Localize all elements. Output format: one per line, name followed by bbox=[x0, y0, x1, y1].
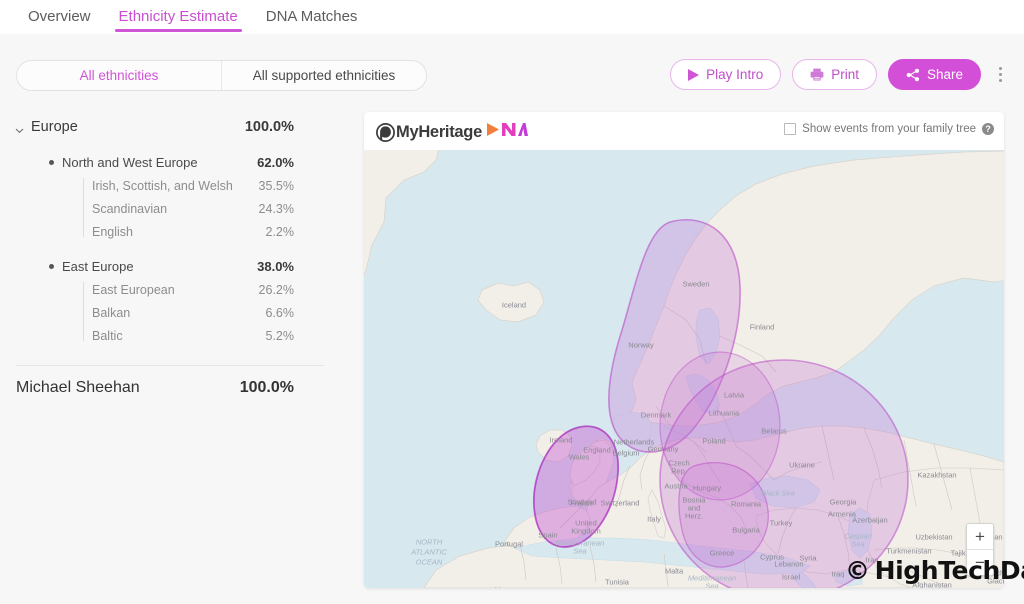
ethnicity-region-row[interactable]: Baltic 5.2% bbox=[0, 326, 340, 345]
dot bbox=[998, 79, 1002, 82]
tab-dna-matches[interactable]: DNA Matches bbox=[252, 0, 372, 30]
tab-dna-matches-label: DNA Matches bbox=[265, 8, 358, 25]
segment-all-ethnicities-label: All ethnicities bbox=[79, 68, 159, 83]
map-header: MyHeritage Show events from your family … bbox=[364, 112, 1004, 150]
play-intro-label: Play Intro bbox=[706, 67, 764, 82]
region-label: East European bbox=[92, 282, 175, 297]
print-button[interactable]: Print bbox=[792, 59, 877, 90]
tab-ethnicity-estimate-label: Ethnicity Estimate bbox=[118, 8, 238, 25]
group-percent: 62.0% bbox=[257, 154, 294, 170]
region-percent: 24.3% bbox=[258, 201, 294, 216]
chevron-down-icon[interactable] bbox=[15, 122, 24, 134]
group-label: East Europe bbox=[62, 258, 134, 274]
continent-percent: 100.0% bbox=[244, 119, 294, 135]
person-name: Michael Sheehan bbox=[16, 379, 140, 396]
ethnicity-group-row[interactable]: East Europe 38.0% bbox=[0, 256, 340, 276]
printer-icon bbox=[810, 68, 824, 81]
tab-overview-label: Overview bbox=[28, 8, 91, 25]
list-divider bbox=[16, 365, 324, 366]
ethnicity-continent-row[interactable]: Europe 100.0% bbox=[0, 117, 340, 137]
tab-list: Overview Ethnicity Estimate DNA Matches bbox=[14, 0, 371, 34]
ethnicity-breakdown-panel: Europe 100.0% North and West Europe 62.0… bbox=[0, 104, 340, 604]
ethnicity-group-row[interactable]: North and West Europe 62.0% bbox=[0, 152, 340, 172]
share-label: Share bbox=[926, 67, 963, 82]
region-label: English bbox=[92, 224, 133, 239]
ethnicity-region-row[interactable]: English 2.2% bbox=[0, 222, 340, 241]
map-card: MyHeritage Show events from your family … bbox=[364, 112, 1004, 588]
region-percent: 2.2% bbox=[265, 224, 295, 239]
zoom-in-button[interactable]: + bbox=[967, 524, 993, 550]
ethnicity-subregion-list: Irish, Scottish, and Welsh 35.5% Scandin… bbox=[0, 176, 340, 241]
print-label: Print bbox=[831, 67, 859, 82]
region-label: Scandinavian bbox=[92, 201, 168, 216]
region-label: Balkan bbox=[92, 305, 131, 320]
page-root: Overview Ethnicity Estimate DNA Matches … bbox=[0, 0, 1024, 604]
region-percent: 6.6% bbox=[265, 305, 295, 320]
map-view[interactable]: Iceland Norway Sweden Finland Denmark United K… bbox=[364, 150, 1004, 588]
ethnicity-region-row[interactable]: Balkan 6.6% bbox=[0, 303, 340, 322]
tab-overview[interactable]: Overview bbox=[14, 0, 105, 30]
show-events-checkbox[interactable] bbox=[784, 123, 797, 135]
ethnicity-filter-segmented-control: All ethnicities All supported ethnicitie… bbox=[16, 60, 427, 91]
ethnicity-region-row[interactable]: Scandinavian 24.3% bbox=[0, 199, 340, 218]
segment-all-supported-ethnicities[interactable]: All supported ethnicities bbox=[221, 61, 426, 90]
ethnicity-region-row[interactable]: Irish, Scottish, and Welsh 35.5% bbox=[0, 176, 340, 195]
total-percent: 100.0% bbox=[239, 379, 294, 396]
brand-suffix bbox=[486, 121, 528, 143]
segment-all-ethnicities[interactable]: All ethnicities bbox=[17, 61, 221, 90]
region-percent: 26.2% bbox=[258, 282, 294, 297]
play-icon bbox=[688, 68, 700, 81]
toolbar: All ethnicities All supported ethnicitie… bbox=[0, 34, 1024, 104]
group-percent: 38.0% bbox=[257, 258, 294, 274]
show-events-label: Show events from your family tree bbox=[802, 123, 976, 135]
myheritage-mark-icon bbox=[376, 122, 395, 142]
share-button[interactable]: Share bbox=[887, 59, 981, 90]
region-percent: 35.5% bbox=[258, 178, 294, 193]
dot bbox=[998, 67, 1002, 70]
region-percent: 5.2% bbox=[265, 328, 295, 343]
tab-ethnicity-estimate[interactable]: Ethnicity Estimate bbox=[105, 0, 252, 32]
watermark-text: HighTechDad bbox=[874, 556, 1024, 585]
bullet-icon bbox=[49, 160, 54, 165]
copyright-icon: © bbox=[845, 556, 870, 585]
family-tree-events-toggle[interactable]: Show events from your family tree ? bbox=[784, 123, 994, 135]
myheritage-dna-logo: MyHeritage bbox=[376, 121, 528, 143]
total-row: Michael Sheehan 100.0% bbox=[0, 379, 340, 405]
region-label: Baltic bbox=[92, 328, 123, 343]
action-buttons: Play Intro Print Share bbox=[670, 59, 1008, 90]
region-label: Irish, Scottish, and Welsh bbox=[92, 178, 233, 193]
share-icon bbox=[906, 68, 920, 82]
group-label: North and West Europe bbox=[62, 154, 198, 170]
help-icon[interactable]: ? bbox=[982, 123, 994, 135]
play-intro-button[interactable]: Play Intro bbox=[670, 59, 782, 90]
tab-bar: Overview Ethnicity Estimate DNA Matches bbox=[0, 0, 1024, 34]
dot bbox=[998, 73, 1002, 76]
watermark: © HighTechDad bbox=[845, 556, 1024, 585]
continent-label: Europe bbox=[31, 119, 78, 135]
bullet-icon bbox=[49, 264, 54, 269]
more-options-icon[interactable] bbox=[992, 59, 1008, 90]
brand-name: MyHeritage bbox=[396, 122, 482, 141]
segment-all-supported-ethnicities-label: All supported ethnicities bbox=[252, 68, 396, 83]
ethnicity-subregion-list: East European 26.2% Balkan 6.6% Baltic 5… bbox=[0, 280, 340, 345]
map-graphic bbox=[364, 150, 1004, 588]
ethnicity-region-row[interactable]: East European 26.2% bbox=[0, 280, 340, 299]
